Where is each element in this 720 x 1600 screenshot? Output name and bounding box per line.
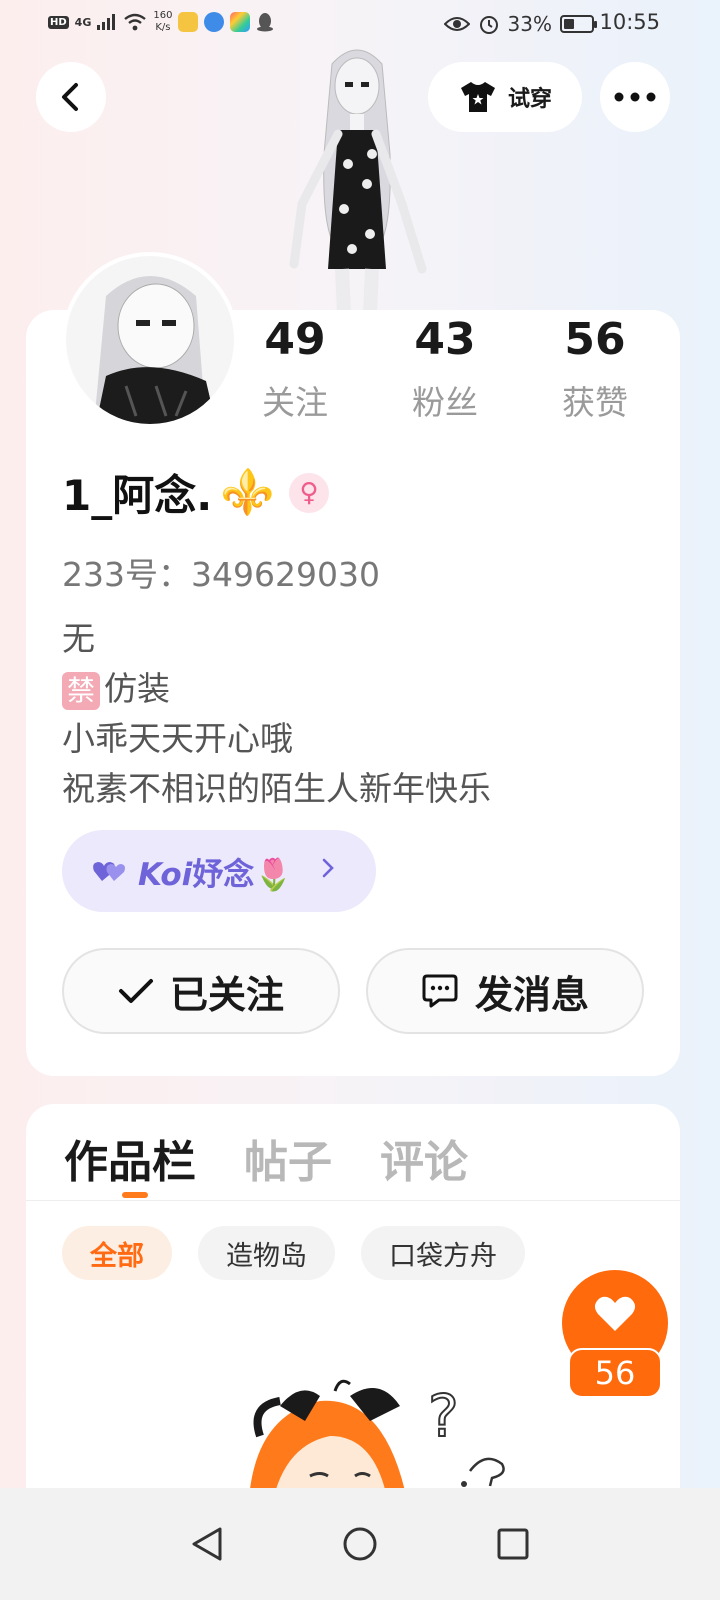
followed-button[interactable]: 已关注 <box>62 948 340 1034</box>
chip-pocket-ark[interactable]: 口袋方舟 <box>361 1226 525 1280</box>
double-heart-icon <box>93 862 125 881</box>
stats-row: 49 关注 43 粉丝 56 获赞 <box>220 316 670 424</box>
profile-avatar[interactable] <box>62 252 238 428</box>
send-message-button[interactable]: 发消息 <box>366 948 644 1034</box>
network-speed: 160 K/s <box>153 10 172 34</box>
user-id: 233号：349629030 <box>62 555 380 594</box>
followers-count: 43 <box>414 314 476 365</box>
speed-value: 160 <box>153 10 173 21</box>
signal-icon <box>97 14 116 30</box>
avatar-figure-image[interactable] <box>272 44 442 314</box>
clock: 10:55 <box>599 10 660 34</box>
followed-label: 已关注 <box>169 972 284 1017</box>
nav-recents-icon[interactable] <box>496 1527 530 1561</box>
eye-icon <box>443 17 470 31</box>
tshirt-icon <box>460 82 495 112</box>
bio-line: 无 <box>62 619 95 658</box>
tab-posts[interactable]: 帖子 <box>244 1126 332 1190</box>
chevron-right-icon <box>321 856 335 886</box>
chip-creation-island[interactable]: 造物岛 <box>198 1226 335 1280</box>
koi-name: 妤念 <box>192 856 255 893</box>
qq-icon <box>257 13 274 32</box>
filter-chips: 全部 造物岛 口袋方舟 <box>62 1226 525 1280</box>
status-left: HD 4G 160 K/s <box>48 10 274 34</box>
try-on-label: 试穿 <box>507 87 552 112</box>
back-button[interactable] <box>36 62 106 132</box>
browser-icon <box>204 12 225 32</box>
svg-text:?: ? <box>428 1382 459 1450</box>
stat-following[interactable]: 49 关注 <box>220 316 370 424</box>
bio: 无 禁仿装 小乖天天开心哦 祝素不相识的陌生人新年快乐 <box>62 614 491 814</box>
speed-unit: K/s <box>155 22 171 33</box>
app-store-icon <box>230 12 251 32</box>
battery-percent: 33% <box>507 12 552 36</box>
like-count: 56 <box>568 1348 662 1398</box>
more-dots-icon <box>614 92 656 102</box>
following-label: 关注 <box>262 383 328 422</box>
chip-all[interactable]: 全部 <box>62 1226 172 1280</box>
tab-comments[interactable]: 评论 <box>380 1126 468 1190</box>
followers-label: 粉丝 <box>412 383 478 422</box>
weibo-icon <box>178 12 199 32</box>
system-nav-bar <box>0 1488 720 1600</box>
hd-badge: HD <box>48 15 69 29</box>
status-bar: HD 4G 160 K/s 33% 10:55 <box>0 0 720 50</box>
stat-likes[interactable]: 56 获赞 <box>520 316 670 424</box>
stat-followers[interactable]: 43 粉丝 <box>370 316 520 424</box>
active-tab-indicator <box>122 1192 148 1198</box>
status-right: 33% <box>443 12 597 36</box>
koi-label: Koi妤念🌷 <box>138 849 293 894</box>
bio-line-with-badge: 禁仿装 <box>62 664 491 714</box>
name-row: 1_阿念. ⚜️ ♀ <box>62 462 329 523</box>
nav-home-icon[interactable] <box>342 1526 378 1562</box>
bio-line: 祝素不相识的陌生人新年快乐 <box>62 769 491 808</box>
tab-divider <box>26 1200 680 1201</box>
message-label: 发消息 <box>474 972 589 1017</box>
female-gender-icon: ♀ <box>288 472 329 513</box>
bio-line: 小乖天天开心哦 <box>62 719 293 758</box>
tab-works[interactable]: 作品栏 <box>64 1126 196 1190</box>
checkmark-icon <box>118 979 153 1003</box>
likes-count: 56 <box>564 314 626 365</box>
koi-fan-group-button[interactable]: Koi妤念🌷 <box>62 830 376 912</box>
more-button[interactable] <box>600 62 670 132</box>
following-count: 49 <box>264 314 326 365</box>
try-on-button[interactable]: 试穿 <box>428 62 582 132</box>
back-arrow-icon <box>62 83 78 111</box>
nav-back-icon[interactable] <box>190 1526 224 1562</box>
avatar-image <box>66 256 234 424</box>
alarm-icon <box>479 16 498 34</box>
wifi-icon <box>124 13 147 31</box>
chat-bubble-icon <box>422 974 458 1008</box>
username: 1_阿念. <box>62 471 213 520</box>
likes-label: 获赞 <box>562 383 628 422</box>
koi-prefix: Koi <box>138 856 193 893</box>
battery-icon <box>560 15 597 33</box>
tulip-icon: 🌷 <box>254 856 293 893</box>
fleur-de-lis-icon: ⚜️ <box>220 466 275 518</box>
network-indicator: 4G <box>74 15 92 29</box>
bio-line: 仿装 <box>104 669 170 708</box>
tab-bar: 作品栏 帖子 评论 <box>64 1126 468 1190</box>
heart-icon <box>594 1296 636 1331</box>
ban-badge: 禁 <box>62 671 100 710</box>
